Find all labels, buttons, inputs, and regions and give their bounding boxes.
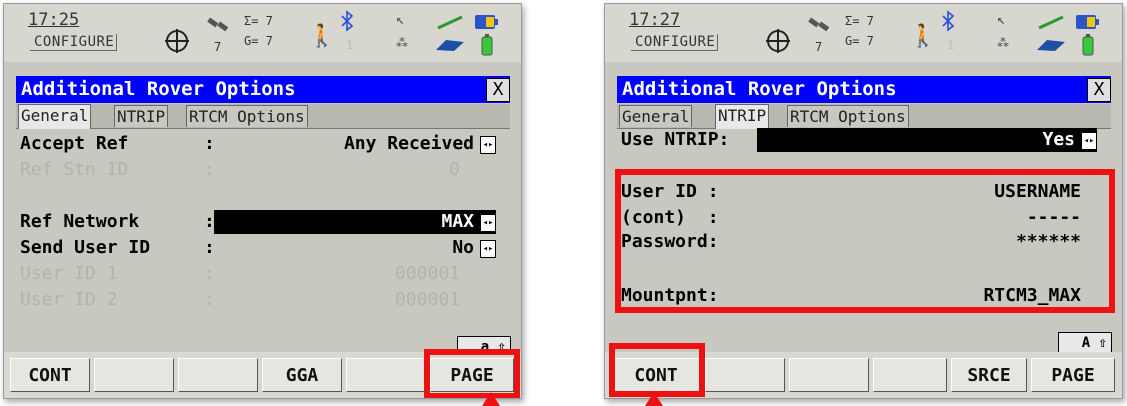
page-title: Additional Rover Options xyxy=(622,78,897,100)
field-colon: : xyxy=(204,133,215,154)
signal-icon: Σ= 7 xyxy=(845,14,874,28)
battery-icon xyxy=(481,34,493,56)
field-label: User ID 1 xyxy=(20,263,118,284)
field-label: User ID 2 xyxy=(20,289,118,310)
highlight-box-cont xyxy=(609,343,705,397)
page-title: Additional Rover Options xyxy=(21,78,296,100)
dialog-title-bar: Additional Rover Options X xyxy=(16,76,510,103)
satellite-icon xyxy=(808,17,830,32)
tab-bar: General NTRIP RTCM Options xyxy=(16,104,510,129)
f5-srce-button[interactable]: SRCE xyxy=(951,358,1027,392)
crosshair-icon xyxy=(766,29,790,53)
sat-count: 7 xyxy=(815,40,823,54)
field-user-id-2: User ID 2 : 000001 xyxy=(16,288,510,312)
satellite-icon xyxy=(207,17,229,32)
clock: 17:25 xyxy=(28,10,80,30)
tab-ntrip[interactable]: NTRIP xyxy=(114,105,169,127)
field-label: Ref Stn ID xyxy=(20,159,129,180)
field-value: 000001 xyxy=(394,289,460,310)
f5-button[interactable] xyxy=(346,358,426,392)
f4-gga-button[interactable]: GGA xyxy=(262,358,342,392)
status-bar: 17:25 CONFIGURE 7 Σ= 7 G= 7 🚶 1 ↖ ⁂ xyxy=(4,4,521,62)
f2-button[interactable] xyxy=(705,358,785,392)
screen-general: 17:25 CONFIGURE 7 Σ= 7 G= 7 🚶 1 ↖ ⁂ Addi… xyxy=(3,3,522,399)
choice-arrows-icon[interactable]: ◂▸ xyxy=(1081,132,1097,150)
battery-icon xyxy=(1076,15,1099,29)
bt-count: 1 xyxy=(346,38,354,52)
form-general: Accept Ref : Any Received ◂▸ Ref Stn ID … xyxy=(16,128,510,348)
field-send-user-id[interactable]: Send User ID : No ◂▸ xyxy=(16,236,510,260)
grid-icon: ⁂ xyxy=(997,36,1009,50)
choice-arrows-icon[interactable]: ◂▸ xyxy=(480,240,496,258)
field-colon: : xyxy=(204,159,215,180)
bluetooth-icon xyxy=(341,10,354,32)
walking-man-icon: 🚶 xyxy=(909,24,937,49)
choice-arrows-icon[interactable]: ◂▸ xyxy=(480,136,496,154)
tab-rtcm-options[interactable]: RTCM Options xyxy=(186,105,308,127)
f3-button[interactable] xyxy=(789,358,869,392)
field-label: Accept Ref xyxy=(20,133,129,154)
tab-ntrip[interactable]: NTRIP xyxy=(715,104,770,129)
card-icon xyxy=(436,40,464,51)
f1-cont-button[interactable]: CONT xyxy=(10,358,90,392)
clock: 17:27 xyxy=(629,10,681,30)
field-colon: : xyxy=(204,237,215,258)
f2-button[interactable] xyxy=(94,358,174,392)
cursor-icon: ↖ xyxy=(997,12,1006,28)
status-bar: 17:27 CONFIGURE 7 Σ= 7 G= 7 🚶 1 ↖ ⁂ xyxy=(605,4,1122,62)
tab-general[interactable]: General xyxy=(619,105,693,127)
field-colon: : xyxy=(204,289,215,310)
field-use-ntrip[interactable]: Use NTRIP: Yes ◂▸ xyxy=(617,128,1111,152)
tab-rtcm-options[interactable]: RTCM Options xyxy=(787,105,909,127)
field-value: 000001 xyxy=(394,263,460,284)
bt-count: 1 xyxy=(947,38,955,52)
input-mode-indicator: A ⇧ xyxy=(1058,332,1112,352)
field-label: Use NTRIP: xyxy=(621,129,730,150)
field-value: 0 xyxy=(449,159,460,180)
battery-icon xyxy=(475,15,498,29)
battery-icon xyxy=(1082,34,1094,56)
glonass-count: G= 7 xyxy=(845,34,874,48)
field-label: Ref Network xyxy=(20,211,140,232)
f6-page-button[interactable]: PAGE xyxy=(1031,358,1115,392)
f4-button[interactable] xyxy=(873,358,947,392)
card-icon xyxy=(1037,40,1065,51)
close-button[interactable]: X xyxy=(486,78,510,102)
field-user-id-1: User ID 1 : 000001 xyxy=(16,262,510,286)
crosshair-icon xyxy=(165,29,189,53)
grid-icon: ⁂ xyxy=(396,36,408,50)
selected-value-highlight: Yes xyxy=(757,128,1097,152)
field-colon: : xyxy=(204,263,215,284)
walking-man-icon: 🚶 xyxy=(308,24,336,49)
field-accept-ref[interactable]: Accept Ref : Any Received ◂▸ xyxy=(16,132,510,156)
close-button[interactable]: X xyxy=(1087,78,1111,102)
field-ref-network[interactable]: Ref Network : MAX ◂▸ xyxy=(16,210,510,234)
tab-general[interactable]: General xyxy=(18,104,92,129)
field-label: Send User ID xyxy=(20,237,151,258)
f3-button[interactable] xyxy=(178,358,258,392)
mode-label[interactable]: CONFIGURE xyxy=(30,34,118,51)
field-value: MAX xyxy=(441,211,474,232)
field-ref-stn-id: Ref Stn ID : 0 xyxy=(16,158,510,182)
choice-arrows-icon[interactable]: ◂▸ xyxy=(480,214,496,232)
field-value: Any Received xyxy=(343,133,474,154)
signal-icon: Σ= 7 xyxy=(244,14,273,28)
mode-label[interactable]: CONFIGURE xyxy=(631,34,719,51)
field-value: No xyxy=(452,237,474,258)
selected-value-highlight: MAX xyxy=(214,210,496,234)
tab-bar: General NTRIP RTCM Options xyxy=(617,104,1111,129)
screen-ntrip: 17:27 CONFIGURE 7 Σ= 7 G= 7 🚶 1 ↖ ⁂ Addi… xyxy=(604,3,1123,399)
highlight-box-page xyxy=(424,349,520,398)
bluetooth-icon xyxy=(942,10,955,32)
cursor-icon: ↖ xyxy=(396,12,405,28)
highlight-box-ntrip-fields xyxy=(615,169,1115,313)
pen-icon xyxy=(1038,15,1064,30)
sat-count: 7 xyxy=(214,40,222,54)
pen-icon xyxy=(437,15,463,30)
field-value: Yes xyxy=(1042,129,1075,150)
glonass-count: G= 7 xyxy=(244,34,273,48)
dialog-title-bar: Additional Rover Options X xyxy=(617,76,1111,103)
